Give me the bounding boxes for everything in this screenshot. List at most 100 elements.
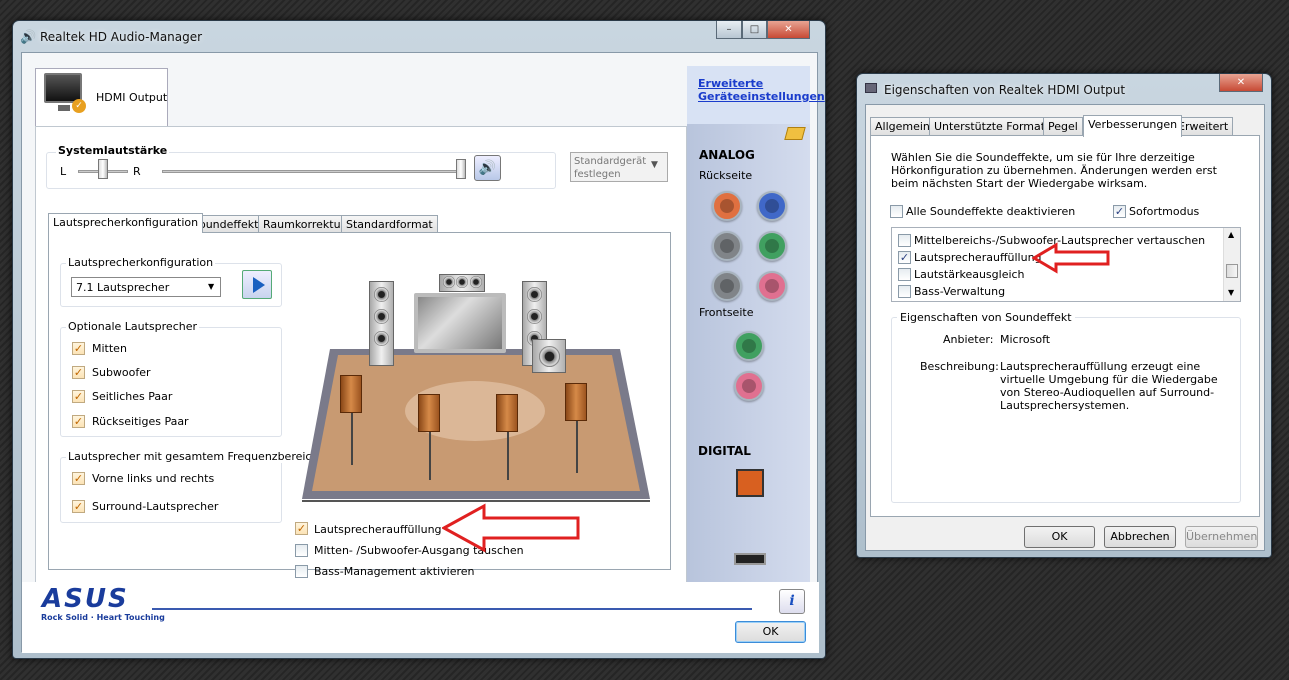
rear-jack-gray[interactable]: [712, 231, 742, 261]
checkbox-swap-center-sub[interactable]: [295, 544, 308, 557]
fr-cone-1: [527, 287, 542, 302]
side-left-speaker: [340, 375, 362, 413]
subwoofer: [532, 339, 566, 373]
effect-label-bass: Bass-Verwaltung: [914, 285, 1006, 298]
rear-jack-orange[interactable]: [712, 191, 742, 221]
checkbox-surround[interactable]: [72, 500, 85, 513]
properties-title: Eigenschaften von Realtek HDMI Output: [884, 83, 1126, 97]
tab-supported-formats[interactable]: Unterstützte Formate: [929, 117, 1057, 135]
fl-cone-1: [374, 287, 389, 302]
spdif-icon[interactable]: [736, 469, 764, 497]
volume-group-label: Systemlautstärke: [56, 144, 170, 157]
asus-logo: ASUS: [42, 584, 129, 614]
speaker-config-select[interactable]: 7.1 Lautsprecher ▼: [71, 277, 221, 297]
device-tab-label: HDMI Output: [96, 91, 168, 104]
effect-properties-group-label: Eigenschaften von Soundeffekt: [897, 311, 1075, 324]
scroll-thumb[interactable]: [1226, 264, 1238, 278]
intro-text: Wählen Sie die Soundeffekte, um sie für …: [891, 151, 1217, 190]
provider-value: Microsoft: [1000, 333, 1051, 346]
checkbox-bass-management[interactable]: [295, 565, 308, 578]
red-arrow-annotation: [442, 503, 580, 553]
checkbox-front-lr[interactable]: [72, 472, 85, 485]
tab-general[interactable]: Allgemein: [870, 117, 935, 135]
folder-icon[interactable]: [784, 127, 806, 140]
rear-label: Rückseite: [699, 169, 753, 182]
chevron-down-icon: ▼: [651, 160, 658, 170]
mute-button[interactable]: 🔊: [474, 155, 501, 181]
tab-levels[interactable]: Pegel: [1043, 117, 1083, 135]
speaker-config-value: 7.1 Lautsprecher: [76, 281, 170, 294]
tab-enhancements[interactable]: Verbesserungen: [1083, 115, 1183, 137]
volume-track: [162, 170, 462, 173]
tab-default-format[interactable]: Standardformat: [341, 215, 438, 233]
close-button[interactable]: ✕: [767, 21, 810, 39]
balance-slider-thumb[interactable]: [98, 159, 108, 179]
checkbox-side-pair[interactable]: [72, 390, 85, 403]
tv-screen: [414, 293, 506, 353]
realtek-window: 🔊 Realtek HD Audio-Manager – □ ✕ ✓ HDMI …: [12, 20, 826, 659]
advanced-settings-link[interactable]: Erweiterte Geräteeinstellungen: [698, 77, 825, 103]
description-value: Lautsprecherauffüllung erzeugt eine virt…: [1000, 360, 1218, 412]
list-scrollbar[interactable]: ▲ ▼: [1223, 228, 1240, 301]
properties-apply-button[interactable]: Übernehmen: [1185, 526, 1258, 548]
properties-close-button[interactable]: ✕: [1219, 74, 1263, 92]
asus-slogan: Rock Solid · Heart Touching: [41, 613, 165, 622]
fl-cone-2: [374, 309, 389, 324]
front-jack-green[interactable]: [734, 331, 764, 361]
checkbox-subwoofer[interactable]: [72, 366, 85, 379]
tab-speaker-config[interactable]: Lautsprecherkonfiguration: [48, 213, 204, 233]
disable-all-checkbox[interactable]: [890, 205, 903, 218]
minimize-button[interactable]: –: [716, 21, 742, 39]
ok-button[interactable]: OK: [735, 621, 806, 643]
effect-label-loudness: Lautstärkeausgleich: [914, 268, 1025, 281]
maximize-button[interactable]: □: [742, 21, 767, 39]
checkbox-front-lr-label: Vorne links und rechts: [92, 472, 215, 485]
checkbox-center[interactable]: [72, 342, 85, 355]
tab-room-correction[interactable]: Raumkorrektur: [258, 215, 351, 233]
checkbox-rear-pair[interactable]: [72, 415, 85, 428]
hdmi-port-icon[interactable]: [734, 553, 766, 565]
fl-cone-3: [374, 331, 389, 346]
default-device-select[interactable]: Standardgerät festlegen ▼: [570, 152, 668, 182]
rear-right-speaker: [496, 394, 518, 432]
rear-jack-green[interactable]: [757, 231, 787, 261]
rear-jack-gray-2[interactable]: [712, 271, 742, 301]
fullrange-group-label: Lautsprecher mit gesamtem Frequenzbereic…: [66, 450, 321, 463]
chevron-down-icon: ▼: [208, 282, 215, 291]
rear-left-stand: [429, 432, 431, 480]
rear-left-speaker: [418, 394, 440, 432]
play-test-button[interactable]: [242, 270, 272, 299]
checkbox-speaker-fill-label: Lautsprecherauffüllung: [314, 523, 442, 536]
rear-jack-pink[interactable]: [757, 271, 787, 301]
device-tab-hdmi[interactable]: ✓ HDMI Output: [35, 68, 168, 126]
checkbox-speaker-fill[interactable]: [295, 522, 308, 535]
center-cone-3: [470, 276, 482, 288]
effect-checkbox-swap[interactable]: [898, 234, 911, 247]
rear-jack-blue[interactable]: [757, 191, 787, 221]
properties-ok-button[interactable]: OK: [1024, 526, 1095, 548]
scroll-up-icon[interactable]: ▲: [1228, 230, 1234, 239]
speaker-app-icon: 🔊: [20, 30, 37, 45]
immediate-mode-checkbox[interactable]: [1113, 205, 1126, 218]
checkbox-bass-management-label: Bass-Management aktivieren: [314, 565, 475, 578]
center-speaker: [439, 274, 485, 292]
check-badge-icon: ✓: [72, 99, 86, 113]
checkbox-subwoofer-label: Subwoofer: [92, 366, 151, 379]
provider-label: Anbieter:: [943, 333, 994, 346]
side-right-stand: [576, 421, 578, 473]
properties-client: Allgemein Unterstützte Formate Pegel Ver…: [865, 104, 1265, 551]
front-left-speaker: [369, 281, 394, 366]
effect-checkbox-loudness[interactable]: [898, 268, 911, 281]
fullrange-group: [60, 457, 282, 523]
effect-checkbox-speaker-fill[interactable]: [898, 251, 911, 264]
main-client: ✓ HDMI Output Erweiterte Geräteeinstellu…: [21, 52, 825, 653]
info-icon: i: [789, 593, 795, 609]
effect-checkbox-bass[interactable]: [898, 285, 911, 298]
front-jack-pink[interactable]: [734, 371, 764, 401]
scroll-down-icon[interactable]: ▼: [1228, 288, 1234, 297]
volume-slider-thumb[interactable]: [456, 159, 466, 179]
center-cone-2: [456, 276, 468, 288]
properties-cancel-button[interactable]: Abbrechen: [1104, 526, 1176, 548]
play-icon: [253, 277, 265, 293]
info-button[interactable]: i: [779, 589, 805, 614]
